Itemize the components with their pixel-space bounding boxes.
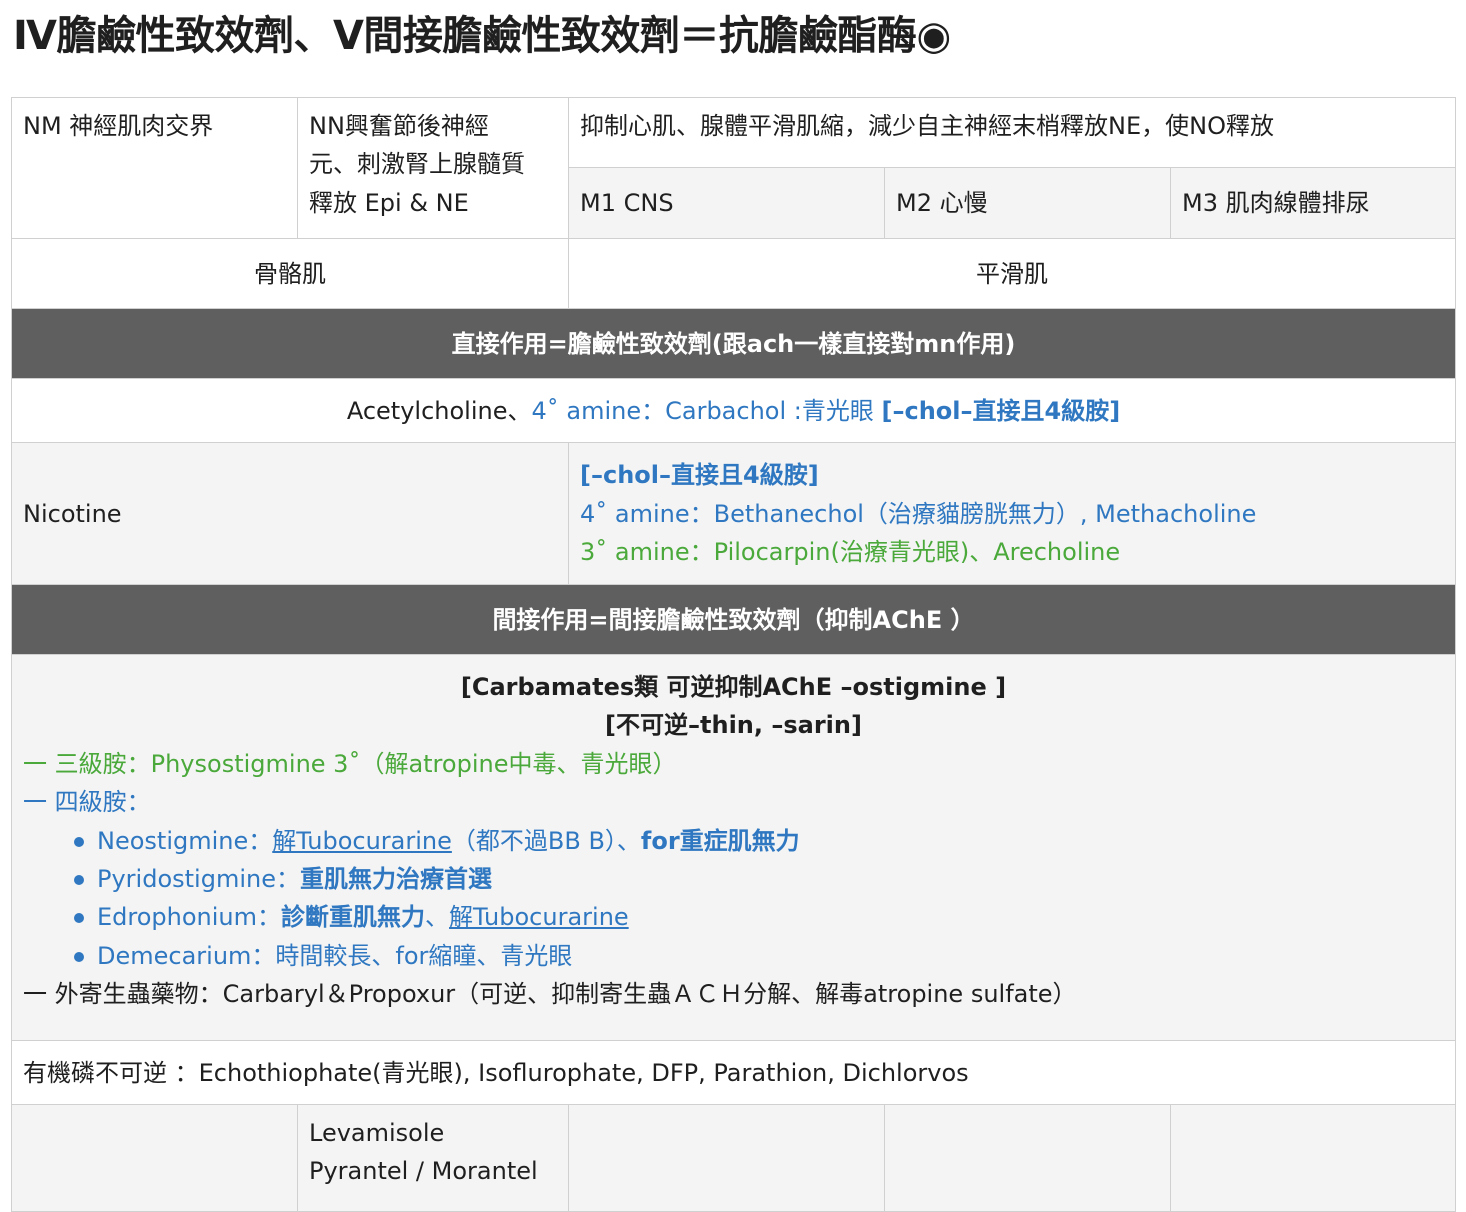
tertiary-amine-item: 一 三級胺：Physostigmine 3˚（解atropine中毒、青光眼） (23, 749, 677, 778)
quaternary-drug-list: Neostigmine：解Tubocurarine（都不過BB B）、for重症… (23, 822, 1444, 976)
empty-cell (11, 1104, 298, 1212)
m2-cell: M2 心慢 (884, 167, 1171, 239)
receptor-drug-table: NM 神經肌肉交界 NN興奮節後神經 元、刺激腎上腺髓質 釋放 Epi & NE… (10, 97, 1457, 1212)
empty-cell (884, 1104, 1171, 1212)
muscarinic-agonists-cell: [–chol–直接且4級胺] 4˚ amine：Bethanechol（治療貓膀… (567, 442, 1457, 585)
nm-receptor-cell: NM 神經肌肉交界 (11, 97, 298, 239)
empty-cell (1169, 1104, 1457, 1212)
direct-agents-row: Acetylcholine、4˚ amine：Carbachol :青光眼 [–… (10, 378, 1457, 443)
quaternary-amine-agonists: 4˚ amine：Bethanechol（治療貓膀胱無力）, Methachol… (580, 499, 1257, 528)
page-title: Ⅳ膽鹼性致效劑、Ⅴ間接膽鹼性致效劑＝抗膽鹼酯酶◉ (13, 13, 951, 59)
tubocurarine-link[interactable]: 解Tubocurarine (449, 903, 629, 931)
anticholinesterase-cell: [Carbamates類 可逆抑制AChE –ostigmine ] [不可逆–… (10, 654, 1457, 1041)
irreversible-heading: [不可逆–thin, –sarin] (605, 711, 862, 740)
smooth-muscle-cell: 平滑肌 (567, 238, 1457, 309)
m1-cell: M1 CNS (568, 167, 885, 239)
list-item: Demecarium：時間較長、for縮瞳、青光眼 (73, 937, 1444, 975)
muscarinic-effect-cell: 抑制心肌、腺體平滑肌縮，減少自主神經末梢釋放NE，使NO釋放 (567, 97, 1457, 168)
list-item: Pyridostigmine：重肌無力治療首選 (73, 860, 1444, 898)
list-item: Edrophonium：診斷重肌無力、解Tubocurarine (73, 898, 1444, 936)
indirect-action-header: 間接作用=間接膽鹼性致效劑（抑制AChE ） (10, 584, 1457, 655)
direct-action-header: 直接作用=膽鹼性致效劑(跟ach一樣直接對mn作用) (10, 308, 1457, 379)
skeletal-muscle-cell: 骨骼肌 (11, 238, 569, 309)
carbamates-heading: [Carbamates類 可逆抑制AChE –ostigmine ] (460, 673, 1007, 701)
m3-cell: M3 肌肉線體排尿 (1169, 167, 1457, 239)
organophosphate-row: 有機磷不可逆 ：Echothiophate(青光眼), Isoflurophat… (10, 1040, 1457, 1105)
list-item: Neostigmine：解Tubocurarine（都不過BB B）、for重症… (73, 822, 1444, 860)
nn-receptor-cell: NN興奮節後神經 元、刺激腎上腺髓質 釋放 Epi & NE (297, 97, 569, 239)
empty-cell (568, 1104, 885, 1212)
tubocurarine-link[interactable]: 解Tubocurarine (272, 827, 452, 855)
nicotine-cell: Nicotine (11, 442, 569, 585)
nicotinic-agonists-cell: Levamisole Pyrantel / Morantel (297, 1104, 569, 1212)
antiparasitic-item: 一 外寄生蟲藥物：Carbaryl＆Propoxur（可逆、抑制寄生蟲ＡＣＨ分解… (23, 980, 1077, 1009)
tertiary-amine-agonists: 3˚ amine：Pilocarpin(治療青光眼)、Arecholine (580, 538, 1121, 567)
quaternary-amine-heading: 一 四級胺： (23, 788, 151, 817)
chol-rule: [–chol–直接且4級胺] (580, 461, 819, 490)
